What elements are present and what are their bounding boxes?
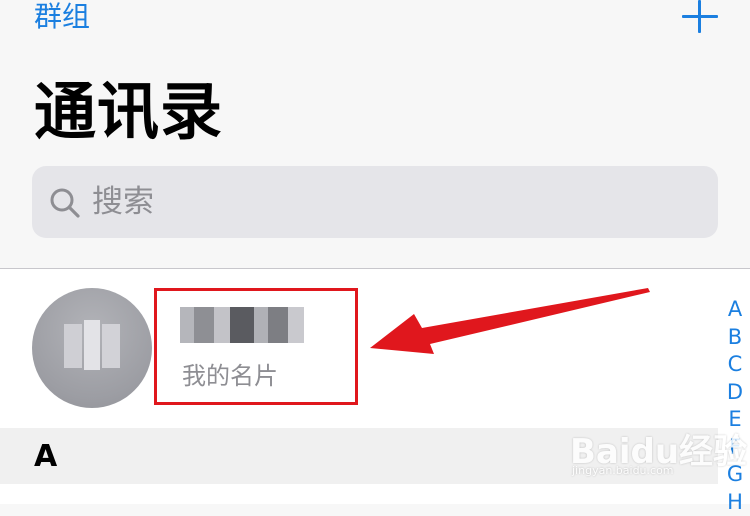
annotation-highlight-box — [154, 288, 358, 405]
page-title: 通讯录 — [34, 72, 223, 152]
my-card-row[interactable]: 我的名片 — [0, 269, 718, 428]
index-letter-a[interactable]: A — [722, 296, 748, 324]
avatar — [32, 288, 152, 408]
annotation-arrow — [360, 284, 660, 364]
groups-link[interactable]: 群组 — [34, 0, 90, 34]
index-letter-c[interactable]: C — [722, 351, 748, 379]
index-letter-b[interactable]: B — [722, 324, 748, 352]
watermark-sub: jingyan.baidu.com — [572, 464, 674, 477]
index-letter-h[interactable]: H — [722, 489, 748, 516]
search-placeholder: 搜索 — [92, 182, 154, 222]
watermark: Baidu经验 jingyan.baidu.com — [570, 420, 750, 480]
search-bar[interactable]: 搜索 — [32, 166, 718, 238]
add-contact-button[interactable] — [680, 0, 720, 36]
alphabet-index[interactable]: A B C D E F G H — [722, 296, 748, 516]
search-icon — [48, 186, 82, 220]
index-letter-d[interactable]: D — [722, 379, 748, 407]
section-letter: A — [34, 438, 57, 476]
